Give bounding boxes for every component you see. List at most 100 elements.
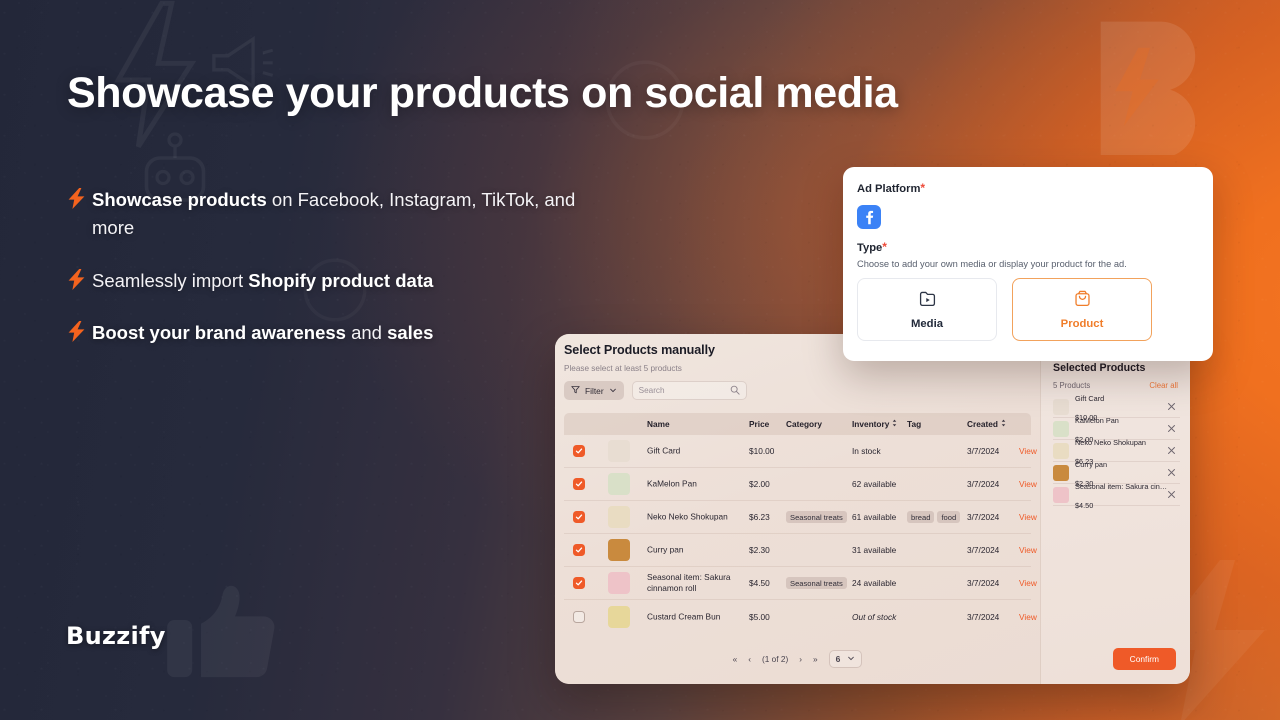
search-input[interactable]: Search	[631, 381, 747, 400]
promo-banner: Showcase your products on social media S…	[0, 0, 1280, 720]
cell-inventory: 62 available	[852, 479, 897, 489]
page-size-select[interactable]: 6	[828, 650, 863, 668]
column-header-label: Category	[786, 419, 822, 429]
tag-pill: food	[937, 511, 961, 523]
column-header-created[interactable]: Created	[967, 419, 1007, 429]
cell-created: 3/7/2024	[967, 446, 1000, 456]
type-label: Type*	[857, 240, 1199, 254]
page-title: Showcase your products on social media	[67, 69, 898, 117]
cell-name: Custard Cream Bun	[647, 611, 721, 622]
prev-page-button[interactable]: ‹	[748, 654, 751, 664]
bullet-text-1: Showcase products on Facebook, Instagram…	[92, 189, 576, 239]
cell-price: $4.50	[749, 578, 770, 588]
product-thumbnail	[1053, 442, 1069, 459]
selected-product-name: Neko Neko Shokupan	[1075, 438, 1146, 448]
view-link[interactable]: View	[1019, 612, 1037, 622]
view-link[interactable]: View	[1019, 512, 1037, 522]
table-toolbar: Filter Search	[564, 381, 747, 400]
view-link[interactable]: View	[1019, 446, 1037, 456]
required-asterisk: *	[882, 240, 887, 254]
remove-icon[interactable]	[1167, 486, 1176, 504]
clear-all-button[interactable]: Clear all	[1149, 381, 1178, 390]
remove-icon[interactable]	[1167, 420, 1176, 438]
facebook-icon[interactable]	[857, 205, 881, 229]
type-option-product[interactable]: Product	[1012, 278, 1152, 341]
cell-price: $5.00	[749, 611, 770, 622]
product-thumbnail	[1053, 464, 1069, 481]
remove-icon[interactable]	[1167, 464, 1176, 482]
product-thumbnail	[1053, 420, 1069, 437]
column-header-label: Inventory	[852, 419, 890, 429]
ad-settings-card: Ad Platform* Type* Choose to add your ow…	[843, 167, 1213, 361]
cell-price: $6.23	[749, 512, 770, 522]
selected-products-title: Selected Products	[1053, 362, 1146, 374]
cell-category: Seasonal treats	[786, 577, 850, 589]
table-row[interactable]: KaMelon Pan $2.00 62 available 3/7/2024 View	[564, 468, 1037, 501]
row-checkbox[interactable]	[573, 445, 585, 457]
row-checkbox[interactable]	[573, 511, 585, 523]
product-thumbnail	[608, 473, 630, 495]
filter-label: Filter	[585, 385, 604, 396]
lightning-bolt-icon	[68, 267, 92, 295]
table-row[interactable]: Gift Card $10.00 In stock 3/7/2024 View	[564, 435, 1037, 468]
search-placeholder: Search	[638, 386, 665, 395]
bullet-text-2: Seamlessly import Shopify product data	[92, 269, 434, 291]
row-checkbox[interactable]	[573, 610, 585, 623]
cell-created: 3/7/2024	[967, 479, 1000, 489]
cell-name: KaMelon Pan	[647, 478, 697, 489]
table-row[interactable]: Seasonal item: Sakura cinnamon roll $4.50…	[564, 567, 1037, 600]
selected-product-item: Seasonal item: Sakura cin… $4.50	[1053, 482, 1180, 509]
remove-icon[interactable]	[1167, 442, 1176, 460]
confirm-button[interactable]: Confirm	[1112, 648, 1176, 670]
cell-name: Curry pan	[647, 544, 684, 555]
table-row[interactable]: Custard Cream Bun $5.00 Out of stock 3/7/20…	[564, 600, 1037, 633]
filter-button[interactable]: Filter	[564, 381, 624, 400]
product-thumbnail	[608, 605, 630, 628]
table-row[interactable]: Curry pan $2.30 31 available 3/7/2024 View	[564, 534, 1037, 567]
cell-name: Neko Neko Shokupan	[647, 511, 728, 522]
cell-name: Gift Card	[647, 445, 681, 456]
view-link[interactable]: View	[1019, 545, 1037, 555]
page-indicator: (1 of 2)	[761, 654, 789, 664]
type-option-media-label: Media	[910, 318, 943, 330]
buzzify-b-watermark-icon	[1100, 21, 1196, 155]
selected-products-panel: Selected Products 5 Products Clear all G…	[1040, 334, 1190, 684]
column-header-label: Price	[749, 419, 770, 429]
cell-price: $2.30	[749, 545, 770, 555]
cell-category: Seasonal treats	[786, 511, 850, 523]
row-checkbox[interactable]	[573, 544, 585, 556]
sort-icon	[891, 419, 898, 429]
view-link[interactable]: View	[1019, 479, 1037, 489]
cell-inventory: Out of stock	[852, 611, 897, 622]
last-page-button[interactable]: »	[813, 654, 818, 664]
shopping-bag-icon	[1073, 289, 1092, 313]
remove-icon[interactable]	[1167, 398, 1176, 416]
selected-product-item: Neko Neko Shokupan $6.23	[1053, 438, 1180, 465]
brand-name: Buzzify	[66, 622, 166, 650]
ad-platform-label-text: Ad Platform	[857, 183, 921, 195]
selected-products-list: Gift Card $10.00 KaMelon Pan $2.00 Neko Neko…	[1053, 394, 1180, 509]
thumbs-up-watermark-icon	[167, 585, 275, 678]
select-products-dialog: Select Products manually Please select a…	[555, 334, 1190, 684]
bullet-text-3: Boost your brand awareness and sales	[92, 321, 434, 343]
feature-bullet-list: Showcase products on Facebook, Instagram…	[68, 186, 588, 371]
table-header-row: Name Price Category Inventory Tag Created	[564, 413, 1031, 435]
selected-product-name: Curry pan	[1075, 460, 1108, 470]
lightning-bolt-icon	[68, 186, 92, 214]
row-checkbox[interactable]	[573, 577, 585, 589]
selected-product-price: $4.50	[1075, 500, 1094, 510]
type-option-product-label: Product	[1060, 318, 1104, 330]
cell-price: $2.00	[749, 479, 770, 489]
next-page-button[interactable]: ›	[799, 654, 802, 664]
column-header-price: Price	[749, 419, 769, 429]
list-item: Showcase products on Facebook, Instagram…	[68, 186, 588, 243]
cell-created: 3/7/2024	[967, 545, 1000, 555]
type-option-media[interactable]: Media	[857, 278, 997, 341]
table-row[interactable]: Neko Neko Shokupan $6.23 Seasonal treats 61…	[564, 501, 1037, 534]
view-link[interactable]: View	[1019, 578, 1037, 588]
row-checkbox[interactable]	[573, 478, 585, 490]
column-header-inventory[interactable]: Inventory	[852, 419, 898, 429]
cell-inventory: In stock	[852, 446, 881, 456]
first-page-button[interactable]: «	[733, 654, 738, 664]
product-thumbnail	[1053, 486, 1069, 503]
